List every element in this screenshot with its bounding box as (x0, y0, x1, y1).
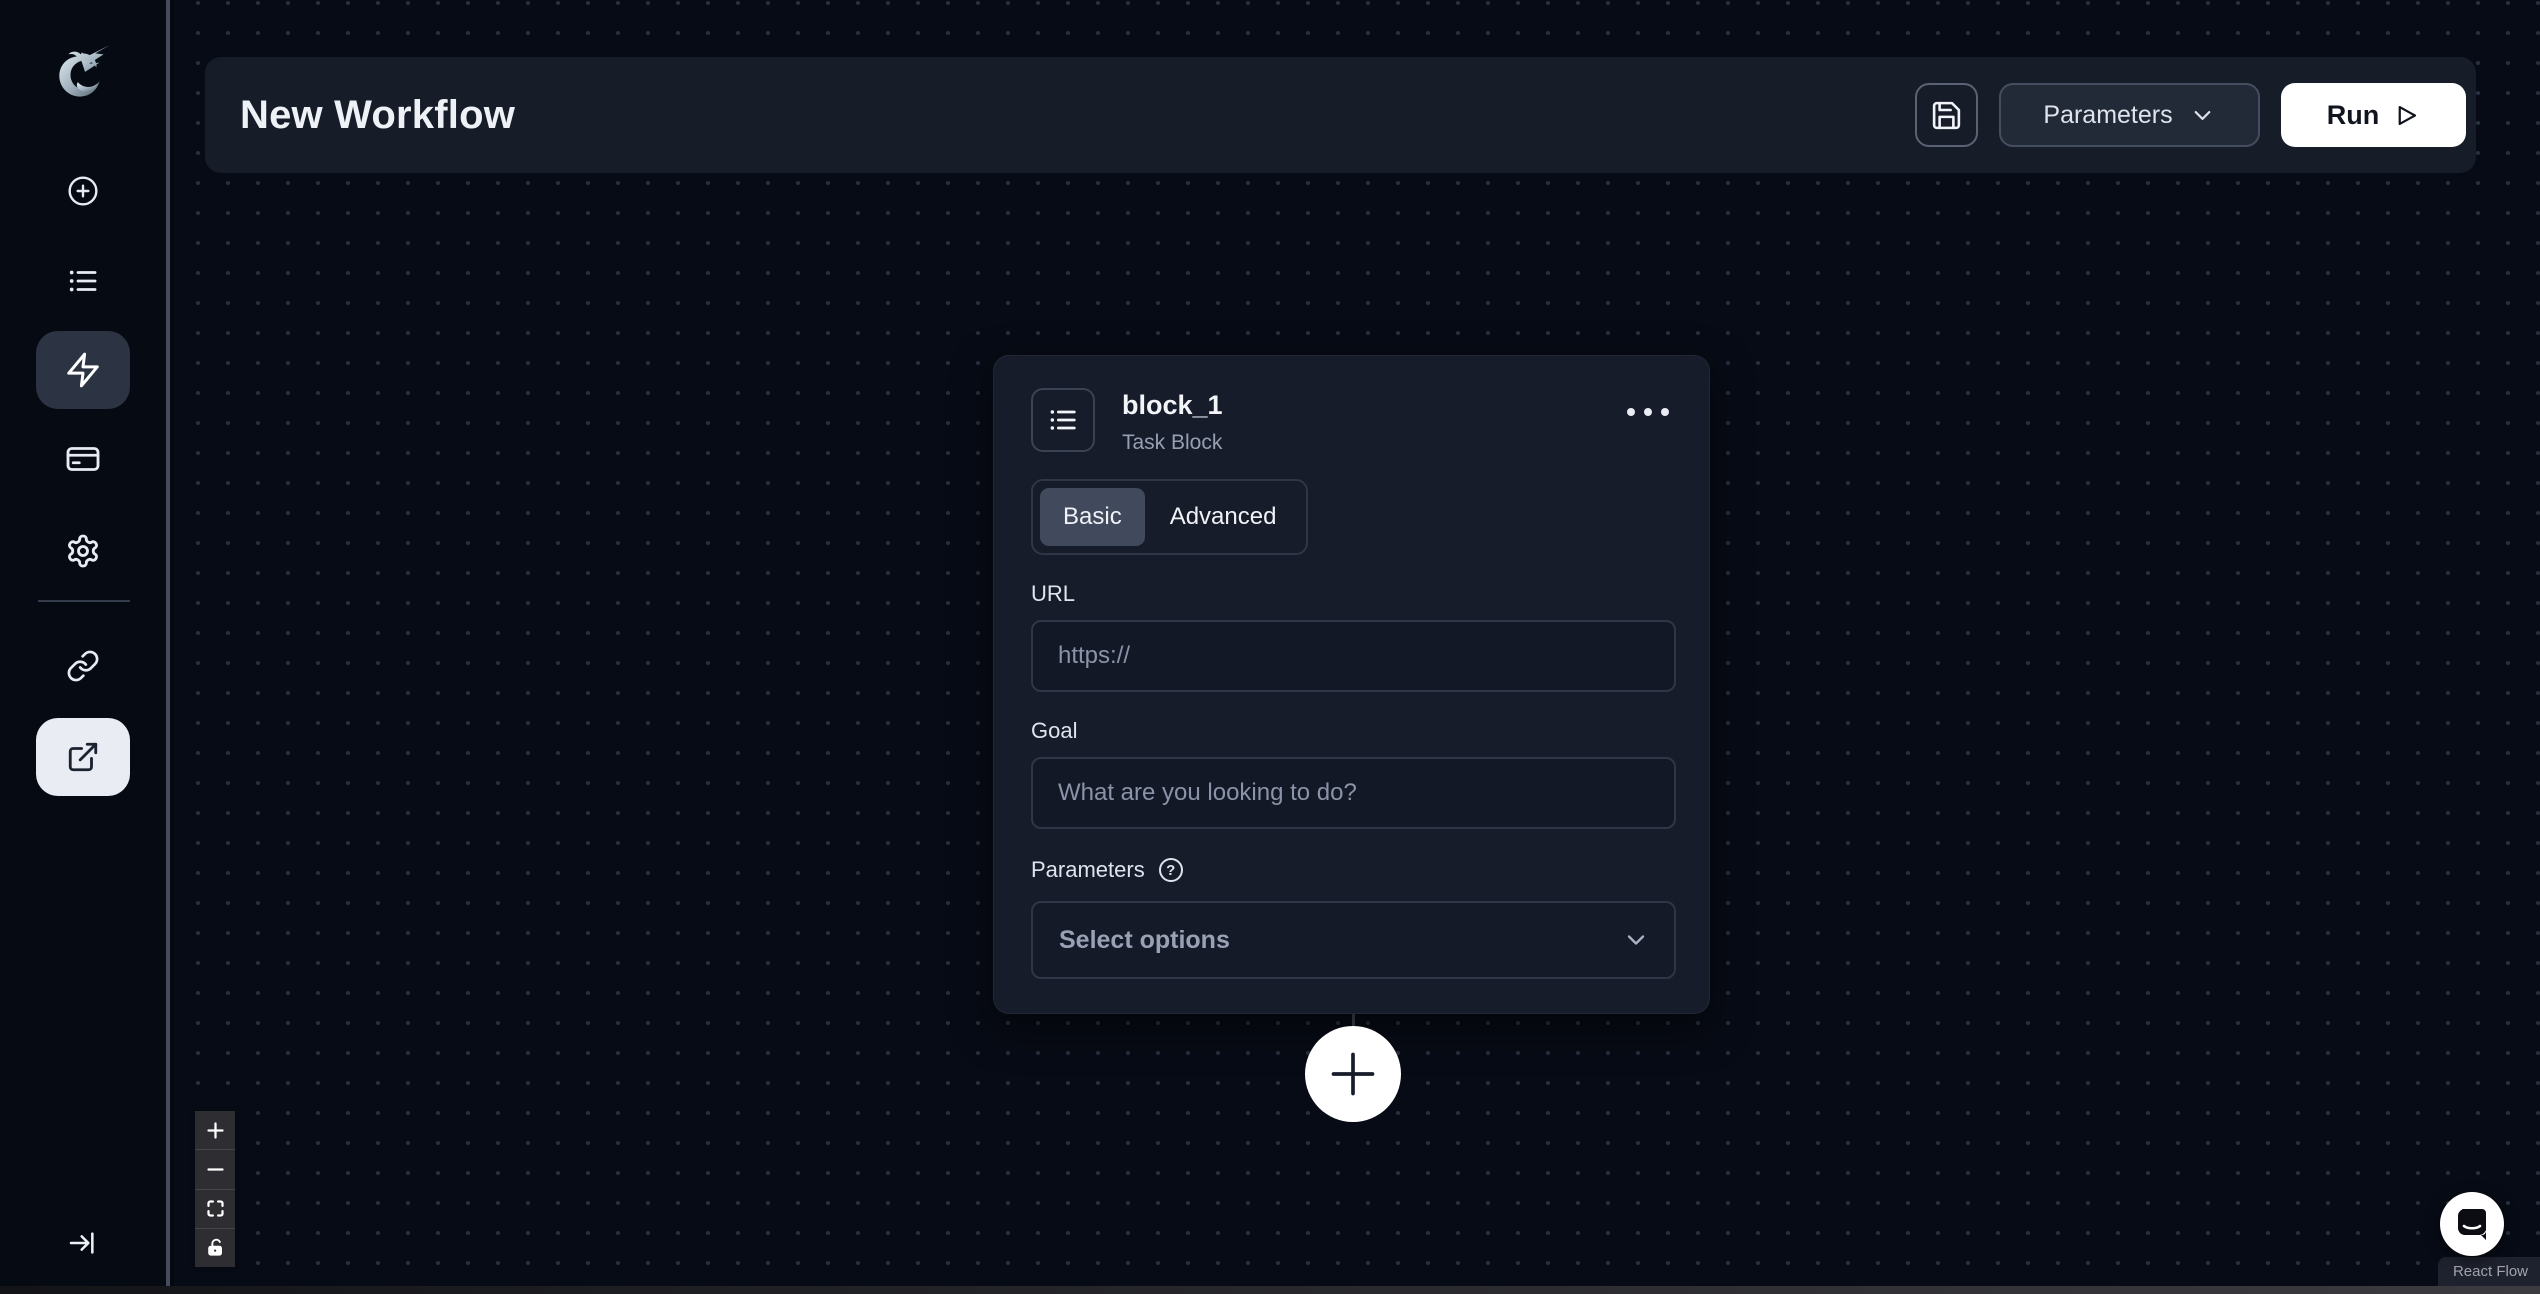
sidebar-item-external[interactable] (36, 718, 130, 796)
flow-controls (195, 1111, 235, 1267)
chevron-down-icon (2189, 102, 2216, 129)
sidebar-divider (38, 600, 130, 602)
external-link-icon (66, 740, 100, 774)
link-icon (66, 649, 100, 683)
node-type-label: Task Block (1122, 431, 1223, 455)
parameters-field-label: Parameters (1031, 857, 1145, 883)
sidebar-item-integrations[interactable] (66, 649, 100, 683)
save-button[interactable] (1915, 83, 1978, 147)
parameters-field-row: Parameters ? (1031, 857, 1676, 883)
chevron-down-icon (1622, 926, 1650, 954)
node-type-icon-box (1031, 388, 1095, 452)
url-field-label: URL (1031, 581, 1676, 607)
run-button-label: Run (2327, 100, 2379, 131)
fit-view-button[interactable] (195, 1189, 235, 1228)
window-bottom-edge (0, 1286, 2540, 1294)
page-title: New Workflow (240, 93, 515, 138)
node-options-button[interactable] (1620, 398, 1676, 428)
node-tab-group: Basic Advanced (1031, 479, 1308, 555)
react-flow-attribution[interactable]: React Flow (2438, 1257, 2540, 1287)
tab-basic[interactable]: Basic (1040, 488, 1145, 546)
list-icon (66, 264, 100, 298)
sidebar-item-workflows[interactable] (36, 331, 130, 409)
collapse-panel-icon (67, 1227, 99, 1259)
node-titles: block_1 Task Block (1122, 388, 1223, 455)
fit-view-icon (205, 1198, 226, 1219)
settings-icon (65, 533, 101, 569)
sidebar (0, 0, 170, 1294)
sidebar-item-runs[interactable] (66, 264, 100, 298)
workflow-header: New Workflow Parameters Run (205, 57, 2476, 173)
url-input[interactable] (1031, 620, 1676, 692)
sidebar-collapse-button[interactable] (67, 1227, 99, 1259)
lock-interactivity-button[interactable] (195, 1228, 235, 1267)
header-actions: Parameters Run (1915, 83, 2466, 147)
dragon-logo-icon (50, 41, 116, 111)
zap-icon (64, 351, 102, 389)
save-icon (1930, 99, 1963, 132)
parameters-select-placeholder: Select options (1059, 926, 1230, 955)
chat-launcher-button[interactable] (2440, 1192, 2504, 1256)
goal-field-label: Goal (1031, 718, 1676, 744)
parameters-dropdown-button[interactable]: Parameters (1999, 83, 2260, 147)
lock-open-icon (206, 1238, 225, 1257)
list-icon (1047, 404, 1079, 436)
node-title: block_1 (1122, 390, 1223, 421)
parameters-button-label: Parameters (2043, 101, 2172, 130)
zoom-in-button[interactable] (195, 1111, 235, 1149)
help-circle-icon[interactable]: ? (1159, 858, 1183, 882)
node-header: block_1 Task Block (1031, 388, 1676, 455)
parameters-select[interactable]: Select options (1031, 901, 1676, 979)
sidebar-item-create[interactable] (67, 175, 99, 207)
zoom-out-icon (205, 1159, 226, 1180)
task-block-node[interactable]: block_1 Task Block Basic Advanced URL Go… (993, 355, 1710, 1014)
skyvern-workflow-editor: New Workflow Parameters Run (0, 0, 2540, 1294)
intercom-chat-icon (2454, 1206, 2490, 1242)
play-icon (2393, 102, 2420, 129)
zoom-out-button[interactable] (195, 1149, 235, 1188)
add-block-button[interactable] (1305, 1026, 1401, 1122)
plus-icon (1327, 1048, 1379, 1100)
tab-advanced[interactable]: Advanced (1147, 488, 1300, 546)
run-button[interactable]: Run (2281, 83, 2466, 147)
add-circle-icon (67, 175, 99, 207)
sidebar-item-billing[interactable] (65, 441, 101, 477)
workflow-canvas[interactable]: New Workflow Parameters Run (174, 0, 2540, 1294)
ellipsis-icon (1626, 407, 1670, 417)
skyvern-dragon-logo[interactable] (50, 41, 116, 111)
credit-card-icon (65, 441, 101, 477)
sidebar-item-settings[interactable] (65, 533, 101, 569)
zoom-in-icon (205, 1120, 226, 1141)
goal-input[interactable] (1031, 757, 1676, 829)
